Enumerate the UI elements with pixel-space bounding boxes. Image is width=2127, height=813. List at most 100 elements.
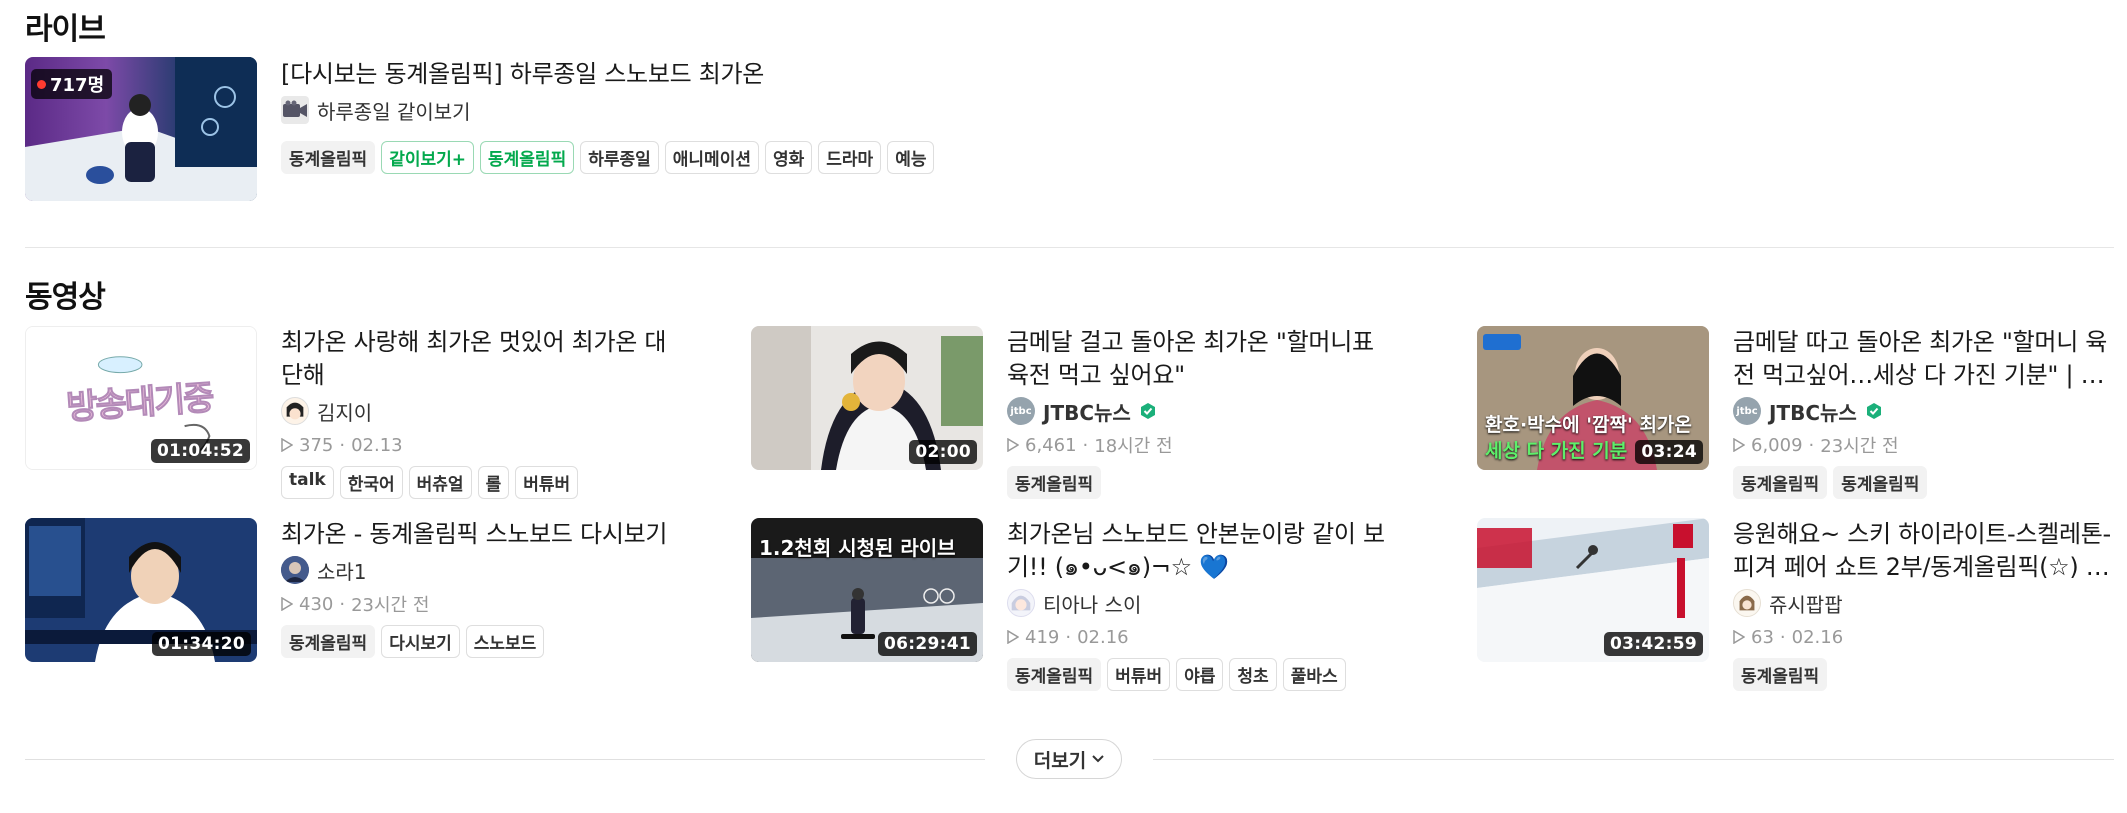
more-divider-right bbox=[1153, 759, 2114, 760]
tag[interactable]: 하루종일 bbox=[580, 141, 659, 174]
meta-separator: · bbox=[1065, 626, 1072, 648]
play-outline-icon bbox=[1007, 438, 1019, 452]
tag[interactable]: talk bbox=[281, 466, 334, 499]
thumb-caption: 세상 다 가진 기분 bbox=[1485, 440, 1628, 462]
meta-separator: · bbox=[339, 434, 346, 456]
video-info: 최가온 - 동계올림픽 스노보드 다시보기 소라1 430 · 23시간 전 동… bbox=[281, 518, 671, 658]
tag[interactable]: 청초 bbox=[1229, 658, 1277, 691]
video-thumbnail[interactable]: 02:00 bbox=[751, 326, 983, 470]
live-title[interactable]: [다시보는 동계올림픽] 하루종일 스노보드 최가온 bbox=[281, 58, 1181, 91]
video-thumbnail[interactable]: 01:34:20 bbox=[25, 518, 257, 662]
live-dot-icon bbox=[37, 79, 46, 89]
play-outline-icon bbox=[1007, 630, 1019, 644]
video-channel[interactable]: 티아나 스이 bbox=[1007, 588, 1397, 618]
video-title[interactable]: 금메달 걸고 돌아온 최가온 "할머니표 육전 먹고 싶어요" bbox=[1007, 326, 1397, 392]
live-tags: 동계올림픽 같이보기+ 동계올림픽 하루종일 애니메이션 영화 드라마 예능 bbox=[281, 141, 1181, 174]
video-views: 6,009 bbox=[1751, 434, 1803, 456]
tag[interactable]: 버츄얼 bbox=[408, 466, 472, 499]
live-viewer-badge: 717명 bbox=[31, 69, 113, 99]
tag[interactable]: 버튜버 bbox=[515, 466, 579, 499]
tag[interactable]: 풀바스 bbox=[1282, 658, 1346, 691]
video-title[interactable]: 최가온님 스노보드 안본눈이랑 같이 보기!! (๑•ᴗ<๑)¬☆ 💙 bbox=[1007, 518, 1397, 584]
video-tags: 동계올림픽 bbox=[1733, 658, 2113, 691]
video-meta: 6,009 · 23시간 전 bbox=[1733, 432, 2113, 458]
video-channel-name: 김지이 bbox=[317, 400, 373, 425]
section-divider bbox=[25, 247, 2114, 248]
tag[interactable]: 한국어 bbox=[339, 466, 403, 499]
video-channel[interactable]: 김지이 bbox=[281, 396, 671, 426]
video-tags: 동계올림픽 동계올림픽 bbox=[1733, 466, 2113, 499]
tag[interactable]: 같이보기+ bbox=[381, 141, 475, 174]
video-thumbnail[interactable]: 방송대기중 01:04:52 bbox=[25, 326, 257, 470]
more-divider-left bbox=[25, 759, 985, 760]
video-date: 23시간 전 bbox=[351, 595, 430, 616]
tag[interactable]: 버튜버 bbox=[1107, 658, 1171, 691]
tag[interactable]: 스노보드 bbox=[465, 625, 545, 658]
video-views: 63 bbox=[1751, 626, 1774, 648]
video-channel[interactable]: 소라1 bbox=[281, 555, 671, 585]
tag[interactable]: 동계올림픽 bbox=[281, 141, 376, 174]
live-item-info: [다시보는 동계올림픽] 하루종일 스노보드 최가온 하루종일 같이보기 동계올… bbox=[281, 58, 1181, 174]
channel-avatar bbox=[281, 397, 309, 425]
video-views: 419 bbox=[1025, 626, 1060, 648]
tag[interactable]: 동계올림픽 bbox=[1733, 466, 1828, 499]
video-duration: 02:00 bbox=[909, 440, 977, 464]
tag[interactable]: 동계올림픽 bbox=[281, 625, 376, 658]
tag[interactable]: 야릅 bbox=[1176, 658, 1224, 691]
more-button[interactable]: 더보기 bbox=[1016, 739, 1122, 779]
video-channel-name: JTBC뉴스 bbox=[1769, 400, 1857, 425]
video-channel[interactable]: 쥬시팝팝 bbox=[1733, 588, 2113, 618]
video-views: 430 bbox=[299, 593, 334, 615]
channel-avatar: jtbc bbox=[1007, 397, 1035, 425]
tag[interactable]: 동계올림픽 bbox=[1733, 658, 1828, 691]
verified-badge-icon bbox=[1140, 403, 1155, 419]
video-date: 23시간 전 bbox=[1820, 436, 1899, 457]
meta-separator: · bbox=[1082, 434, 1089, 456]
verified-badge-icon bbox=[1866, 403, 1881, 419]
video-meta: 430 · 23시간 전 bbox=[281, 591, 671, 617]
tag[interactable]: 애니메이션 bbox=[664, 141, 759, 174]
tag[interactable]: 예능 bbox=[887, 141, 935, 174]
video-section-title: 동영상 bbox=[25, 280, 106, 315]
play-outline-icon bbox=[281, 597, 293, 611]
video-duration: 03:24 bbox=[1635, 440, 1703, 464]
tag[interactable]: 동계올림픽 bbox=[1833, 466, 1928, 499]
live-channel-name: 하루종일 같이보기 bbox=[317, 99, 471, 124]
video-channel[interactable]: jtbc JTBC뉴스 bbox=[1733, 396, 2113, 426]
live-section-title: 라이브 bbox=[25, 12, 106, 47]
channel-avatar: jtbc bbox=[1733, 397, 1761, 425]
video-views: 375 bbox=[299, 434, 334, 456]
tag[interactable]: 동계올림픽 bbox=[480, 141, 575, 174]
meta-separator: · bbox=[1779, 626, 1786, 648]
video-thumbnail[interactable]: 환호·박수에 '깜짝' 최가온 세상 다 가진 기분 03:24 bbox=[1477, 326, 1709, 470]
tag[interactable]: 드라마 bbox=[818, 141, 882, 174]
video-info: 금메달 따고 돌아온 최가온 "할머니 육전 먹고싶어…세상 다 가진 기분" … bbox=[1733, 326, 2113, 499]
chevron-down-icon bbox=[1092, 755, 1104, 763]
tag[interactable]: 다시보기 bbox=[381, 625, 460, 658]
channel-avatar bbox=[281, 556, 309, 584]
video-duration: 03:42:59 bbox=[1604, 632, 1703, 656]
video-date: 02.16 bbox=[1077, 626, 1129, 648]
video-thumbnail[interactable]: 03:42:59 bbox=[1477, 518, 1709, 662]
video-channel[interactable]: jtbc JTBC뉴스 bbox=[1007, 396, 1397, 426]
video-title[interactable]: 응원해요~ 스키 하이라이트-스켈레톤-피겨 페어 쇼트 2부/동계올림픽(☆)… bbox=[1733, 518, 2113, 584]
video-duration: 01:34:20 bbox=[152, 632, 251, 656]
video-camera-icon bbox=[281, 96, 309, 124]
video-title[interactable]: 최가온 사랑해 최가온 멋있어 최가온 대단해 bbox=[281, 326, 671, 392]
channel-avatar bbox=[1007, 589, 1035, 617]
tag[interactable]: 롤 bbox=[477, 466, 510, 499]
live-thumbnail[interactable]: 717명 bbox=[25, 57, 257, 201]
play-outline-icon bbox=[1733, 438, 1745, 452]
video-duration: 01:04:52 bbox=[151, 439, 250, 463]
video-title[interactable]: 최가온 - 동계올림픽 스노보드 다시보기 bbox=[281, 518, 671, 551]
tag[interactable]: 동계올림픽 bbox=[1007, 466, 1102, 499]
tag[interactable]: 영화 bbox=[764, 141, 813, 174]
thumb-caption: 환호·박수에 '깜짝' 최가온 bbox=[1485, 414, 1692, 436]
tag[interactable]: 동계올림픽 bbox=[1007, 658, 1102, 691]
video-date: 02.16 bbox=[1791, 626, 1844, 648]
meta-separator: · bbox=[1808, 434, 1815, 456]
video-thumbnail[interactable]: 1.2천회 시청된 라이브 06:29:41 bbox=[751, 518, 983, 662]
video-duration: 06:29:41 bbox=[878, 632, 977, 656]
video-title[interactable]: 금메달 따고 돌아온 최가온 "할머니 육전 먹고싶어…세상 다 가진 기분" … bbox=[1733, 326, 2113, 392]
live-channel[interactable]: 하루종일 같이보기 bbox=[281, 95, 1181, 125]
